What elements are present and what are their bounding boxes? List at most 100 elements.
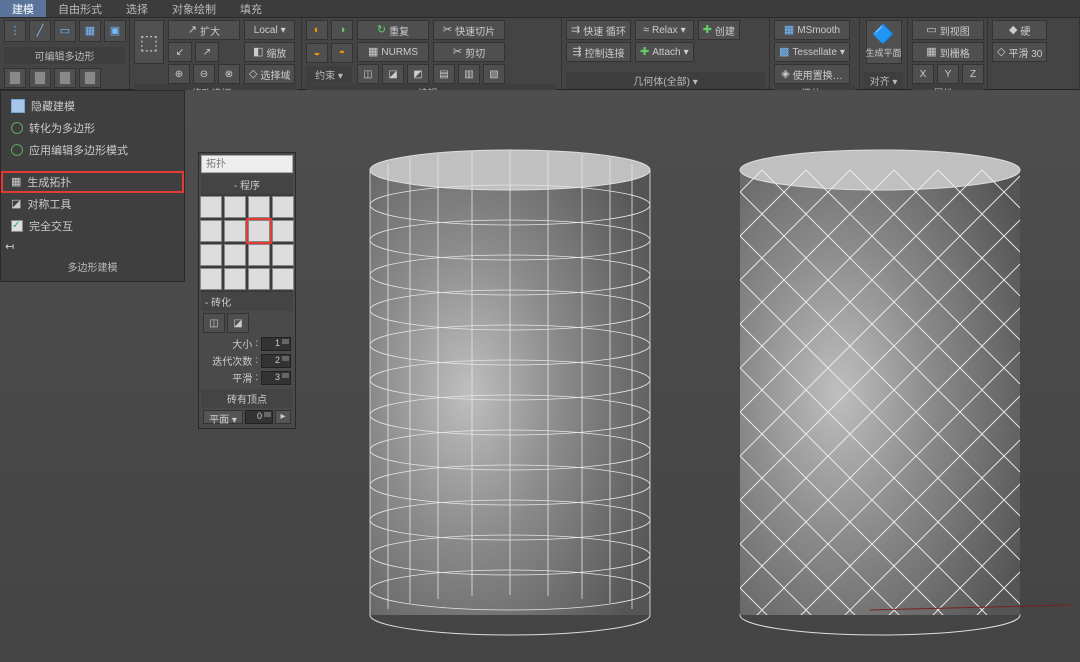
btn-scale[interactable]: ◧缩放 [244,42,295,62]
spinner-plane[interactable]: 0 [245,410,273,424]
subobj-vertex[interactable]: ⋮ [4,20,26,42]
edit-icon-4[interactable]: ◓ [331,43,353,63]
menu-apply-editpoly[interactable]: 应用编辑多边形模式 [1,139,184,161]
topo-iter-row: 迭代次数: 2 [201,352,293,369]
tab-populate[interactable]: 填充 [228,0,274,17]
tab-modeling[interactable]: 建模 [0,0,46,17]
edit-icon-2[interactable]: ◑ [331,20,353,40]
brick-icon-1[interactable]: ◫ [203,313,225,333]
topo-preset-10[interactable] [224,244,246,266]
poly-tool-1[interactable] [4,68,26,88]
spinner-size[interactable]: 1 [261,337,291,351]
btn-make-planar[interactable]: 🔷 生成平面 [866,20,902,64]
edit-small-4[interactable]: ▤ [433,64,455,84]
btn-align-y[interactable]: Y [937,64,959,84]
edit-small-2[interactable]: ◪ [382,64,404,84]
topology-search-input[interactable] [201,155,293,173]
btn-align-x[interactable]: X [912,64,934,84]
topology-vertex-label: 砖有顶点 [201,389,293,408]
edit-small-6[interactable]: ▧ [483,64,505,84]
axis-x[interactable]: ⊕ [168,64,190,84]
menu-full-interactive[interactable]: 完全交互 [1,215,184,237]
edit-small-1[interactable]: ◫ [357,64,379,84]
panel-align: ▭到视图 ▦到栅格 X Y Z 属性 ▾ [908,18,988,89]
poly-tool-3[interactable] [54,68,76,88]
edit-small-3[interactable]: ◩ [407,64,429,84]
btn-plane-apply[interactable]: ▸ [275,410,291,424]
topology-panel: - 程序 - 砖化 ◫ ◪ 大小: 1 迭代次数: 2 平滑: 3 砖有顶点 平… [198,152,296,429]
btn-create[interactable]: ✚创建 [698,20,740,40]
edit-icon-3[interactable]: ◒ [306,43,328,63]
subobj-border[interactable]: ▭ [54,20,76,42]
btn-align-grid[interactable]: ▦到栅格 [912,42,984,62]
spinner-smooth[interactable]: 3 [261,371,291,385]
topo-preset-16[interactable] [272,268,294,290]
topology-section-proc: - 程序 [201,175,293,194]
tab-freeform[interactable]: 自由形式 [46,0,114,17]
menu-generate-topology[interactable]: ▦ 生成拓扑 [1,171,184,193]
btn-usedisplace[interactable]: ◈使用置换… [774,64,850,84]
topo-preset-14[interactable] [224,268,246,290]
topo-preset-13[interactable] [200,268,222,290]
topo-preset-3[interactable] [248,196,270,218]
btn-quickslice[interactable]: ✂快速切片 [433,20,505,40]
checkbox-icon[interactable] [11,220,23,232]
btn-align-z[interactable]: Z [962,64,984,84]
panel-label-align: 对齐 ▾ [864,72,903,89]
btn-attach[interactable]: ✚Attach ▾ [635,42,694,62]
ribbon: ⋮ ╱ ▭ ▦ ▣ 可编辑多边形 ⬚ ↗扩大 ↙ [0,18,1080,90]
topo-preset-1[interactable] [200,196,222,218]
btn-expand[interactable]: ↗扩大 [168,20,240,40]
subobj-poly[interactable]: ▦ [79,20,101,42]
tab-object-paint[interactable]: 对象绘制 [160,0,228,17]
btn-hard[interactable]: ◆硬 [992,20,1047,40]
menu-collapse-arrow[interactable]: ↤ [1,237,184,256]
spinner-iter[interactable]: 2 [261,354,291,368]
btn-smooth30[interactable]: ◇平滑 30 [992,42,1047,62]
btn-shrink[interactable]: ↙ [168,42,192,62]
axis-z[interactable]: ⊗ [218,64,240,84]
btn-quickloop[interactable]: ⇉快速 循环 [566,20,631,40]
topo-preset-6[interactable] [224,220,246,242]
panel-properties: ◆硬 ◇平滑 30 [988,18,1080,89]
btn-cut[interactable]: ✂剪切 [433,42,505,62]
btn-local-dropdown[interactable]: Local ▾ [244,20,295,40]
panel-subdivision: ▦MSmooth ▩Tessellate ▾ ◈使用置换… 细分 ▾ [770,18,860,89]
edit-small-5[interactable]: ▥ [458,64,480,84]
panel-label-geomall: 几何体(全部) ▾ [566,72,765,89]
btn-align-view[interactable]: ▭到视图 [912,20,984,40]
subobj-edge[interactable]: ╱ [29,20,51,42]
poly-tool-4[interactable] [79,68,101,88]
btn-nurms[interactable]: ▦NURMS [357,42,429,62]
btn-plane-mode[interactable]: 平面 ▾ [203,410,243,424]
btn-repeat[interactable]: ↻重复 [357,20,429,40]
topo-preset-15[interactable] [248,268,270,290]
ribbon-tab-row: 建模 自由形式 选择 对象绘制 填充 [0,0,1080,18]
subobj-element[interactable]: ▣ [104,20,126,42]
poly-tool-2[interactable] [29,68,51,88]
topo-preset-7-selected[interactable] [248,220,270,242]
menu-hide-structure[interactable]: 隐藏建模 [1,95,184,117]
btn-swiftloop[interactable]: ⬚ [134,20,164,64]
topo-preset-5[interactable] [200,220,222,242]
btn-relax[interactable]: ≈Relax ▾ [635,20,694,40]
axis-y[interactable]: ⊖ [193,64,215,84]
brick-icon-2[interactable]: ◪ [227,313,249,333]
btn-tessellate[interactable]: ▩Tessellate ▾ [774,42,850,62]
btn-msmooth[interactable]: ▦MSmooth [774,20,850,40]
btn-ctrlconnect[interactable]: ⇶控制连接 [566,42,631,62]
menu-convert-poly[interactable]: 转化为多边形 [1,117,184,139]
topo-preset-8[interactable] [272,220,294,242]
tab-selection[interactable]: 选择 [114,0,160,17]
topo-preset-9[interactable] [200,244,222,266]
btn-grow[interactable]: ↗ [195,42,219,62]
topology-section-sub: - 砖化 [201,292,293,311]
btn-selfield[interactable]: ◇选择域 [244,64,295,84]
topo-preset-4[interactable] [272,196,294,218]
edit-icon-1[interactable]: ◐ [306,20,328,40]
topo-preset-12[interactable] [272,244,294,266]
topo-preset-2[interactable] [224,196,246,218]
topo-preset-11[interactable] [248,244,270,266]
menu-symmetry-tools[interactable]: ◪ 对称工具 [1,193,184,215]
panel-edit: ◐ ◑ ◒ ◓ 约束 ▾ ↻重复 ▦NURMS ◫ ◪ ◩ ✂快速切片 [302,18,562,89]
